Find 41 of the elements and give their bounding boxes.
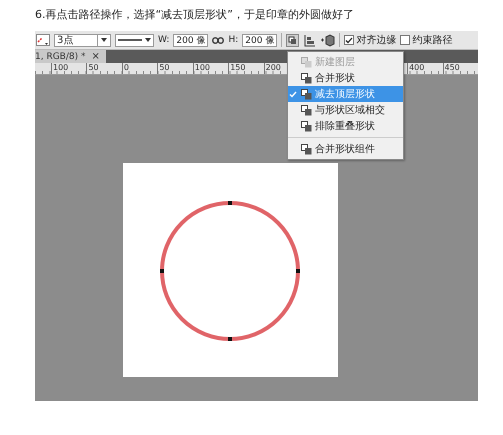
width-field[interactable]: 200 像	[173, 34, 208, 46]
path-arrangement-icon[interactable]	[320, 34, 336, 46]
check-icon	[345, 36, 354, 44]
stroke-swatch-icon[interactable]	[36, 34, 50, 46]
ruler-label: 50	[86, 63, 122, 74]
shape-operation-icon	[301, 120, 312, 132]
menu-item[interactable]: 与形状区域相交	[288, 102, 403, 118]
shape-operation-icon	[301, 72, 312, 84]
ruler-label: 50	[157, 63, 193, 74]
document-tab[interactable]: 1, RGB/8) * ×	[35, 50, 106, 63]
checkbox-label: 对齐边缘	[356, 34, 396, 47]
stroke-width-field[interactable]: 3点	[54, 34, 111, 46]
ruler-label: 400	[407, 63, 442, 74]
menu-item[interactable]: 合并形状组件	[288, 141, 403, 157]
solid-line-icon	[118, 38, 142, 42]
ruler-label: 0	[122, 63, 158, 74]
menu-item[interactable]: 排除重叠形状	[288, 118, 403, 134]
shape-operation-icon	[301, 88, 312, 100]
ruler-label: 450	[442, 63, 478, 74]
height-field[interactable]: 200 像	[242, 34, 278, 46]
caret-icon	[101, 38, 107, 42]
height-label: H:	[228, 35, 238, 45]
check-icon	[289, 90, 297, 98]
shape-operation-icon	[301, 56, 312, 68]
shape-operation-icon	[301, 104, 312, 116]
checkbox-box[interactable]	[400, 35, 410, 45]
document-title: 1, RGB/8) *	[35, 52, 86, 62]
instruction-text: 6.再点击路径操作，选择“减去顶层形状”，于是印章的外圆做好了	[34, 7, 355, 23]
caret-icon	[145, 38, 151, 42]
checkbox-label: 约束路径	[412, 34, 452, 47]
close-tab-button[interactable]: ×	[91, 51, 100, 62]
ruler-label: 150	[228, 63, 264, 74]
ruler-label: 100	[51, 63, 86, 74]
shape-operation-icon	[301, 144, 312, 154]
line-style-dropdown[interactable]	[115, 34, 154, 46]
checkbox-box[interactable]	[344, 35, 354, 45]
link-icon[interactable]	[212, 36, 224, 44]
width-label: W:	[158, 35, 170, 45]
path-alignment-icon[interactable]	[303, 34, 316, 46]
path-operations-icon[interactable]	[286, 34, 300, 46]
ruler-label: 100	[192, 63, 228, 74]
